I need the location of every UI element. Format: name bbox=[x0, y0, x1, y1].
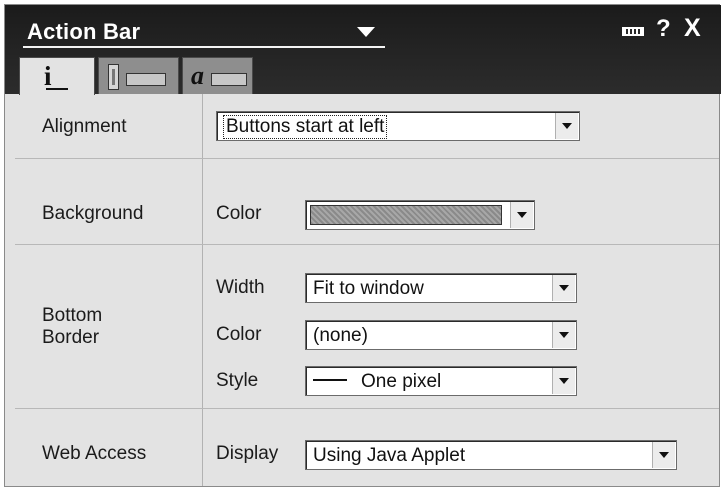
chevron-down-icon[interactable] bbox=[510, 202, 533, 228]
action-bar-properties-window: Action Bar ? X i a Alignment Buttons sta… bbox=[4, 4, 721, 488]
bottom-border-label: Bottom Border bbox=[42, 305, 103, 348]
chevron-down-icon[interactable] bbox=[552, 275, 575, 301]
alignment-section: Alignment Buttons start at left bbox=[15, 94, 719, 158]
background-color-label: Color bbox=[216, 203, 262, 224]
border-width-select[interactable]: Fit to window bbox=[305, 273, 577, 303]
web-access-display-value: Using Java Applet bbox=[313, 445, 466, 466]
web-access-section: Web Access Display Using Java Applet bbox=[15, 408, 719, 486]
chevron-down-icon[interactable] bbox=[652, 442, 675, 468]
color-swatch bbox=[310, 205, 502, 225]
web-access-display-select[interactable]: Using Java Applet bbox=[305, 440, 677, 470]
tab-border[interactable] bbox=[98, 57, 179, 94]
chevron-down-icon[interactable] bbox=[552, 368, 575, 394]
web-access-display-label: Display bbox=[216, 443, 279, 464]
minimize-icon[interactable] bbox=[622, 27, 644, 36]
line-style-icon bbox=[313, 378, 347, 381]
title-dropdown-icon[interactable] bbox=[357, 27, 375, 37]
alignment-value: Buttons start at left bbox=[222, 115, 388, 139]
border-color-select[interactable]: (none) bbox=[305, 320, 577, 350]
window-title: Action Bar bbox=[27, 19, 141, 44]
title-underline bbox=[23, 46, 385, 48]
border-color-label: Color bbox=[216, 324, 262, 345]
tab-info[interactable]: i bbox=[19, 57, 95, 95]
border-style-label: Style bbox=[216, 370, 259, 391]
border-color-value: (none) bbox=[313, 325, 368, 346]
border-width-value: Fit to window bbox=[313, 278, 424, 299]
bottom-border-section: Bottom Border Width Fit to window Color … bbox=[15, 244, 719, 408]
border-style-value: One pixel bbox=[361, 371, 442, 392]
background-label: Background bbox=[42, 203, 144, 224]
background-section: Background Color bbox=[15, 158, 719, 244]
chevron-down-icon[interactable] bbox=[555, 113, 578, 139]
font-icon: a bbox=[189, 61, 249, 91]
info-icon-base bbox=[46, 88, 68, 90]
alignment-label: Alignment bbox=[42, 116, 127, 137]
web-access-label: Web Access bbox=[42, 443, 147, 464]
alignment-select[interactable]: Buttons start at left bbox=[216, 111, 580, 141]
tab-text[interactable]: a bbox=[182, 57, 253, 94]
properties-body: Alignment Buttons start at left Backgrou… bbox=[5, 94, 721, 488]
title-bar: Action Bar ? X i a bbox=[5, 5, 721, 95]
chevron-down-icon[interactable] bbox=[552, 322, 575, 348]
border-icon bbox=[108, 64, 172, 90]
border-style-select[interactable]: One pixel bbox=[305, 366, 577, 396]
background-color-picker[interactable] bbox=[305, 200, 535, 230]
help-button[interactable]: ? bbox=[656, 15, 671, 43]
border-width-label: Width bbox=[216, 277, 265, 298]
close-button[interactable]: X bbox=[684, 14, 701, 43]
